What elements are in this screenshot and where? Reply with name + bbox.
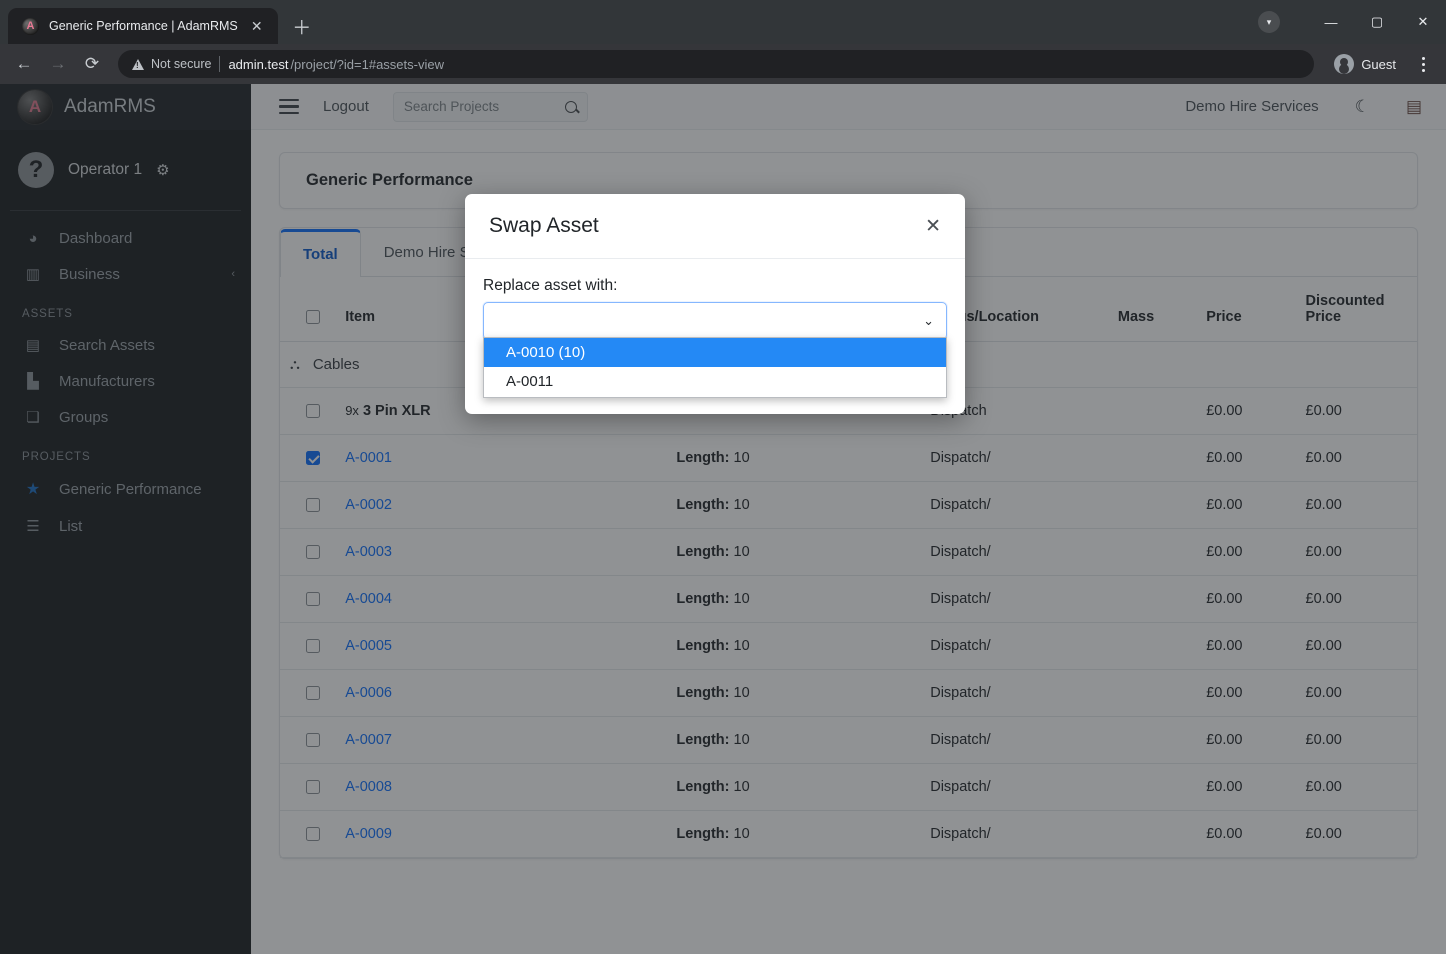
dropdown-option[interactable]: A-0011 <box>484 367 946 396</box>
replace-asset-dropdown: A-0010 (10) A-0011 <box>483 337 947 398</box>
warning-triangle-icon <box>132 59 144 70</box>
new-tab-button[interactable]: ＋ <box>288 12 316 40</box>
address-bar[interactable]: Not secure admin.test /project/?id=1#ass… <box>118 50 1314 78</box>
profile-button[interactable]: Guest <box>1324 50 1406 78</box>
security-status[interactable]: Not secure <box>132 57 211 71</box>
modal-title: Swap Asset <box>489 214 599 238</box>
profile-label: Guest <box>1361 57 1396 72</box>
tab-favicon-icon: A <box>22 18 39 35</box>
replace-asset-select[interactable]: ⌄ <box>483 302 947 340</box>
replace-asset-label: Replace asset with: <box>483 277 947 295</box>
window-controls: ▾ — ▢ ✕ <box>1258 0 1446 44</box>
close-icon[interactable]: ✕ <box>925 217 941 236</box>
chevron-down-icon: ⌄ <box>923 313 934 329</box>
close-window-button[interactable]: ✕ <box>1400 0 1446 44</box>
tab-strip: A Generic Performance | AdamRMS ✕ ＋ ▾ — … <box>0 0 1446 44</box>
tab-title: Generic Performance | AdamRMS <box>49 19 238 33</box>
modal-overlay-left[interactable] <box>0 84 251 954</box>
browser-toolbar: ← → ⟳ Not secure admin.test /project/?id… <box>0 44 1446 84</box>
swap-asset-modal: Swap Asset ✕ Replace asset with: ⌄ A-001… <box>465 194 965 414</box>
minimize-button[interactable]: — <box>1308 0 1354 44</box>
url-host: admin.test <box>228 57 288 72</box>
page-viewport: A AdamRMS ? Operator 1 ⚙ ◕ Dashboard ▥ B… <box>0 84 1446 954</box>
back-button[interactable]: ← <box>8 48 40 80</box>
reload-button[interactable]: ⟳ <box>76 48 108 80</box>
browser-tab[interactable]: A Generic Performance | AdamRMS ✕ <box>8 8 278 44</box>
chevron-down-icon[interactable]: ▾ <box>1258 11 1280 33</box>
maximize-button[interactable]: ▢ <box>1354 0 1400 44</box>
forward-button[interactable]: → <box>42 48 74 80</box>
url-path: /project/?id=1#assets-view <box>290 57 444 72</box>
modal-header: Swap Asset ✕ <box>465 194 965 259</box>
browser-window: A Generic Performance | AdamRMS ✕ ＋ ▾ — … <box>0 0 1446 954</box>
security-label: Not secure <box>151 57 211 71</box>
browser-menu-icon[interactable] <box>1408 48 1438 80</box>
avatar <box>1334 54 1354 74</box>
modal-body: Replace asset with: ⌄ A-0010 (10) A-0011 <box>465 259 965 348</box>
dropdown-option[interactable]: A-0010 (10) <box>484 338 946 367</box>
tab-close-icon[interactable]: ✕ <box>248 17 266 35</box>
omnibox-divider <box>219 56 220 72</box>
